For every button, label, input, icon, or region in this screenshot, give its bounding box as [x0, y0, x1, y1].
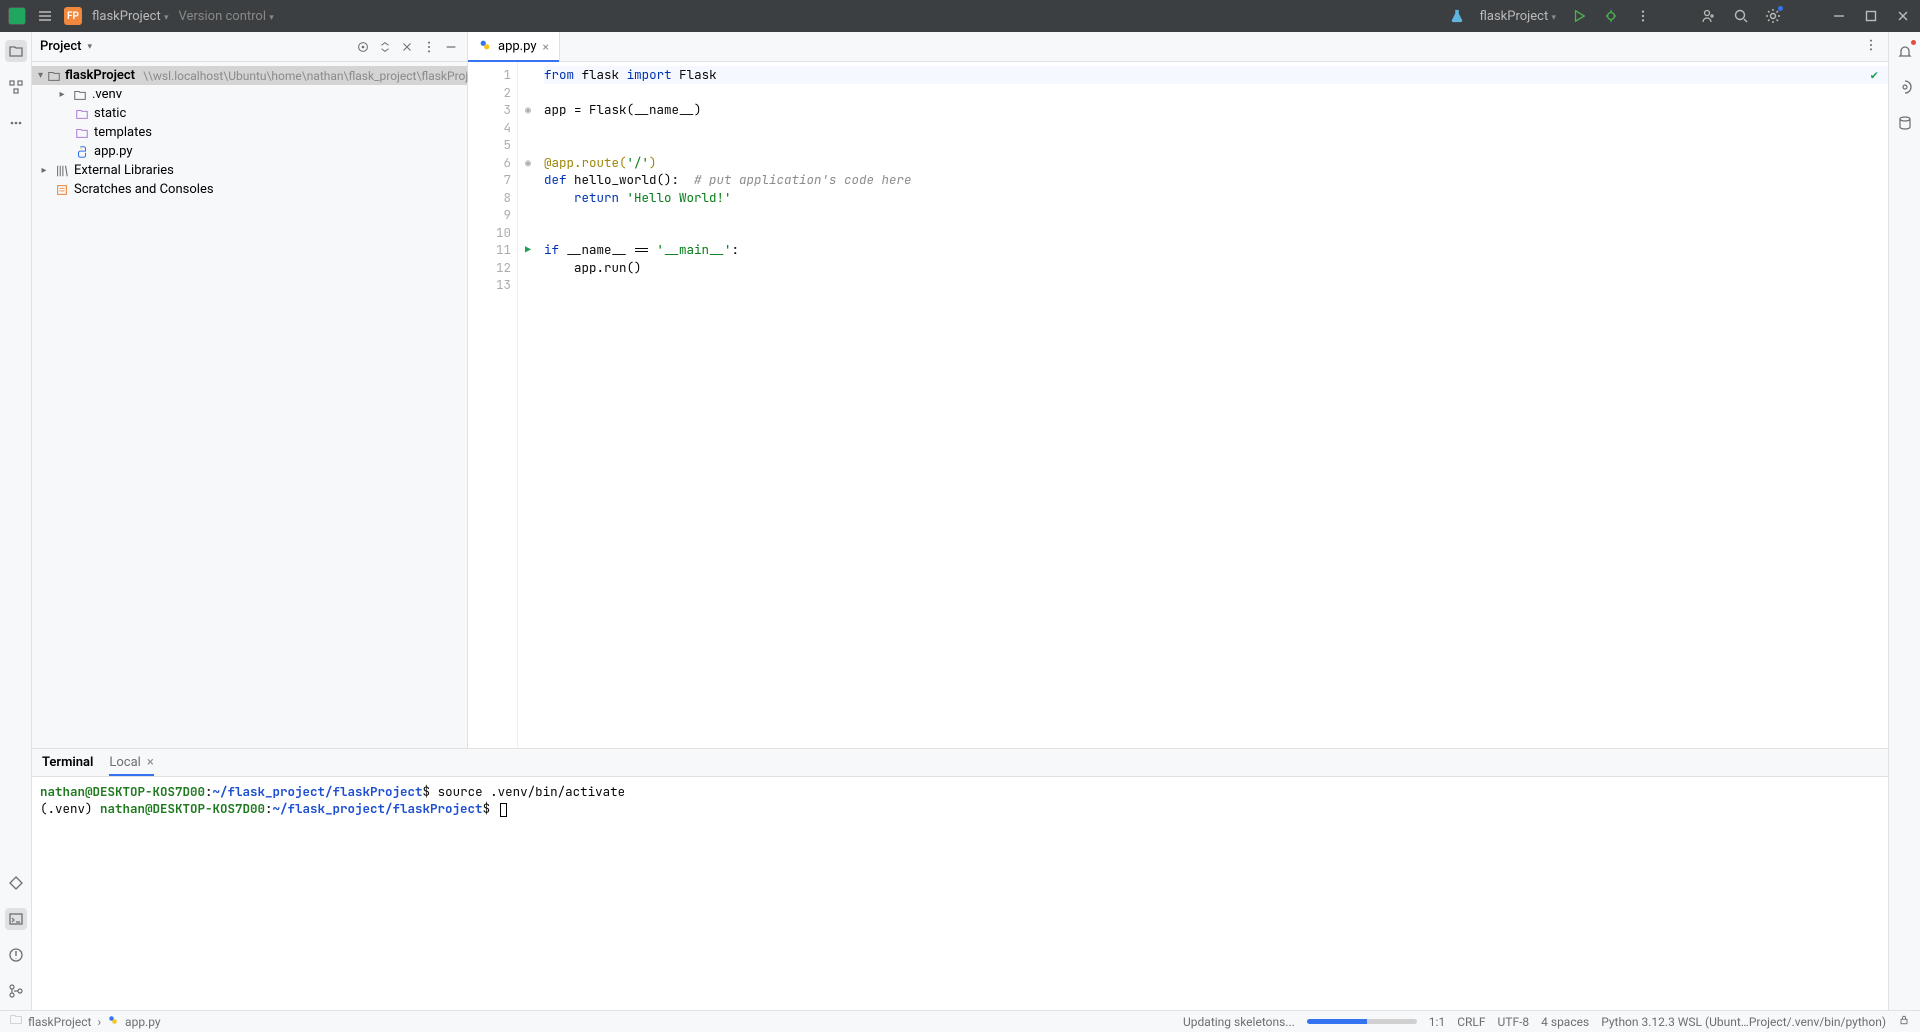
close-terminal-tab-icon[interactable]: × — [147, 755, 154, 770]
terminal-cursor — [500, 803, 507, 817]
status-line-separator[interactable]: CRLF — [1457, 1015, 1485, 1029]
statusbar: 🗀 flaskProject › app.py Updating skeleto… — [0, 1010, 1920, 1032]
tree-row[interactable]: ▸ .venv — [32, 85, 467, 104]
close-tab-icon[interactable]: × — [542, 40, 548, 54]
main-area: Project ▾ ▾ flaskProject \\wsl.localhost… — [0, 32, 1920, 1010]
project-panel: Project ▾ ▾ flaskProject \\wsl.localhost… — [32, 32, 468, 748]
python-file-icon — [478, 38, 492, 56]
tree-row[interactable]: templates — [32, 123, 467, 142]
editor-tab-app-py[interactable]: app.py × — [468, 32, 560, 61]
run-gutter-icon[interactable]: ▶ — [518, 241, 538, 259]
tree-row[interactable]: app.py — [32, 142, 467, 161]
python-file-icon — [107, 1014, 119, 1029]
pycharm-app-icon — [8, 7, 26, 25]
gutter-icons: ◉ ◉ ▶ — [518, 62, 538, 748]
flask-run-config-icon — [1448, 7, 1466, 25]
expand-all-icon[interactable] — [377, 39, 393, 55]
folder-icon — [74, 125, 90, 141]
terminal-tabs: Terminal Local × — [32, 749, 1888, 777]
database-tool-button[interactable] — [1894, 112, 1916, 134]
run-icon[interactable] — [1570, 7, 1588, 25]
git-tool-button[interactable] — [5, 980, 27, 1002]
status-encoding[interactable]: UTF-8 — [1498, 1015, 1530, 1029]
run-config-dropdown[interactable]: flaskProject ▾ — [1480, 9, 1556, 24]
folder-icon — [47, 68, 61, 84]
progress-bar[interactable] — [1307, 1019, 1417, 1024]
editor-body[interactable]: 1 2 3 4 5 6 7 8 9 10 11 12 13 — [468, 62, 1888, 748]
hide-panel-icon[interactable] — [443, 39, 459, 55]
problems-tool-button[interactable] — [5, 944, 27, 966]
folder-icon — [74, 106, 90, 122]
library-icon — [54, 163, 70, 179]
status-interpreter[interactable]: Python 3.12.3 WSL (Ubunt…Project/.venv/b… — [1601, 1015, 1886, 1029]
project-badge: FP — [64, 7, 82, 25]
tree-scratches[interactable]: ▸ Scratches and Consoles — [32, 180, 467, 199]
usages-gutter-icon[interactable]: ◉ — [518, 101, 538, 119]
editor-area: app.py × 1 2 3 4 5 6 — [468, 32, 1888, 748]
terminal-body[interactable]: nathan@DESKTOP-KOS7D00:~/flask_project/f… — [32, 777, 1888, 1010]
hamburger-menu-icon[interactable] — [36, 7, 54, 25]
collapse-panel-icon[interactable] — [399, 39, 415, 55]
tree-row[interactable]: static — [32, 104, 467, 123]
tab-options-icon[interactable] — [1864, 38, 1878, 56]
terminal-panel: Terminal Local × nathan@DESKTOP-KOS7D00:… — [32, 748, 1888, 1010]
more-tool-button[interactable] — [5, 112, 27, 134]
version-control-dropdown[interactable]: Version control ▾ — [178, 9, 273, 24]
window-maximize-icon[interactable] — [1862, 7, 1880, 25]
tree-root-path: \\wsl.localhost\Ubuntu\home\nathan\flask… — [143, 69, 485, 83]
scratches-icon — [54, 182, 70, 198]
window-close-icon[interactable] — [1894, 7, 1912, 25]
left-tool-strip — [0, 32, 32, 1010]
panel-options-icon[interactable] — [421, 39, 437, 55]
python-file-icon — [74, 144, 90, 160]
status-background-task[interactable]: Updating skeletons... — [1183, 1015, 1295, 1029]
tree-root-row[interactable]: ▾ flaskProject \\wsl.localhost\Ubuntu\ho… — [32, 66, 467, 85]
editor-tab-bar: app.py × — [468, 32, 1888, 62]
code-content[interactable]: ✔ from flask import Flask app = Flask(__… — [538, 62, 1888, 748]
tree-root-label: flaskProject — [65, 68, 135, 83]
project-name-dropdown[interactable]: flaskProject ▾ — [92, 9, 168, 24]
project-panel-title: Project — [40, 39, 81, 54]
more-actions-icon[interactable] — [1634, 7, 1652, 25]
status-caret-position[interactable]: 1:1 — [1429, 1015, 1445, 1029]
folder-icon: 🗀 — [10, 1011, 22, 1032]
tree-external-libs[interactable]: ▸ External Libraries — [32, 161, 467, 180]
notifications-tool-button[interactable] — [1894, 40, 1916, 62]
folder-icon — [72, 87, 88, 103]
structure-tool-button[interactable] — [5, 76, 27, 98]
right-tool-strip — [1888, 32, 1920, 1010]
status-readonly-icon[interactable] — [1898, 1014, 1910, 1029]
window-minimize-icon[interactable] — [1830, 7, 1848, 25]
titlebar: FP flaskProject ▾ Version control ▾ flas… — [0, 0, 1920, 32]
services-tool-button[interactable] — [5, 872, 27, 894]
search-everywhere-icon[interactable] — [1732, 7, 1750, 25]
project-panel-header: Project ▾ — [32, 32, 467, 62]
usages-gutter-icon[interactable]: ◉ — [518, 154, 538, 172]
terminal-tab-local[interactable]: Local × — [109, 755, 153, 770]
nav-breadcrumb[interactable]: 🗀 flaskProject › app.py — [10, 1011, 161, 1032]
ai-assistant-tool-button[interactable] — [1894, 76, 1916, 98]
project-tree[interactable]: ▾ flaskProject \\wsl.localhost\Ubuntu\ho… — [32, 62, 467, 203]
status-indent[interactable]: 4 spaces — [1541, 1015, 1589, 1029]
settings-icon[interactable] — [1764, 7, 1782, 25]
code-with-me-icon[interactable] — [1700, 7, 1718, 25]
terminal-tool-button[interactable] — [5, 908, 27, 930]
line-number-gutter: 1 2 3 4 5 6 7 8 9 10 11 12 13 — [468, 62, 518, 748]
terminal-title: Terminal — [42, 755, 93, 770]
center-column: Project ▾ ▾ flaskProject \\wsl.localhost… — [32, 32, 1888, 1010]
debug-icon[interactable] — [1602, 7, 1620, 25]
inspection-ok-icon[interactable]: ✔ — [1870, 66, 1878, 84]
select-opened-file-icon[interactable] — [355, 39, 371, 55]
project-tool-button[interactable] — [5, 40, 27, 62]
